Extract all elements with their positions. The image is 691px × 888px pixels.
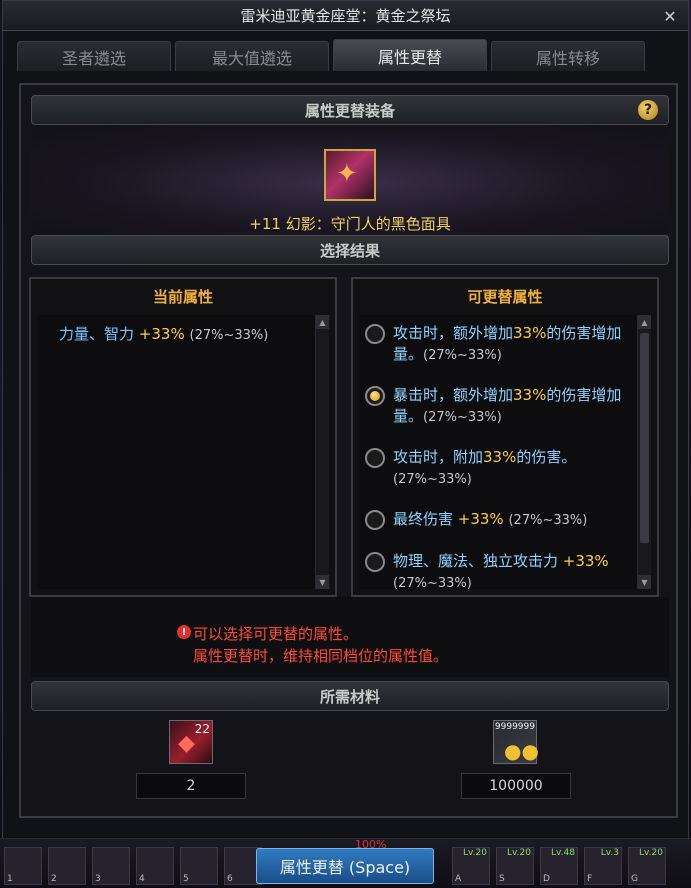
materials-area: ◆ 22 2 ●● 9999999 100000 — [31, 715, 669, 815]
current-attribute-title: 当前属性 — [152, 287, 213, 306]
radio-button[interactable] — [365, 552, 385, 572]
option-item[interactable]: 物理、魔法、独立攻击力 +33% (27%~33%) — [365, 551, 635, 594]
option-label: 攻击时，额外增加33%的伤害增加量。(27%~33%) — [393, 324, 622, 363]
skill-slot[interactable]: Lv.20 S — [496, 847, 534, 885]
equip-section-title: 属性更替装备 — [304, 101, 395, 120]
option-label: 物理、魔法、独立攻击力 +33% (27%~33%) — [393, 552, 609, 591]
result-section-title: 选择结果 — [319, 241, 380, 260]
scroll-down-icon[interactable]: ▼ — [316, 575, 329, 589]
scroll-up-icon[interactable]: ▲ — [638, 315, 651, 329]
hotkey-slot[interactable]: 2 — [48, 847, 86, 885]
material-badge: 9999999 — [494, 722, 535, 732]
radio-button-selected[interactable] — [365, 386, 385, 406]
materials-section-title: 所需材料 — [319, 687, 380, 706]
radio-button[interactable] — [365, 448, 385, 468]
equipment-name: +11 幻影：守门人的黑色面具 — [249, 215, 451, 233]
notice-line-2: 属性更替时，维持相同档位的属性值。 — [193, 647, 449, 665]
hotkey-slot[interactable]: 3 — [92, 847, 130, 885]
skill-slot[interactable]: Lv.3 F — [584, 847, 622, 885]
replaceable-attribute-list: 攻击时，额外增加33%的伤害增加量。(27%~33%) 暴击时，额外增加33%的… — [359, 315, 651, 591]
equipment-slot[interactable]: ✦ — [324, 149, 376, 201]
mask-icon: ✦ — [336, 159, 358, 189]
golden-altar-window: 雷米迪亚黄金座堂：黄金之祭坛 ✕ 圣者遴选 最大值遴选 属性更替 属性转移 属性… — [2, 0, 689, 845]
materials-section-header: 所需材料 — [31, 681, 669, 711]
skill-slot[interactable]: Lv.20 G — [628, 847, 666, 885]
hotkey-slot[interactable]: 1 — [4, 847, 42, 885]
radio-button[interactable] — [365, 510, 385, 530]
current-stat: 力量、智力 — [59, 325, 135, 343]
window-title: 雷米迪亚黄金座堂：黄金之祭坛 — [240, 7, 451, 25]
current-scrollbar[interactable]: ▲ ▼ — [315, 315, 329, 589]
current-attribute-box: 当前属性 力量、智力 +33% (27%~33%) ▲ ▼ — [29, 277, 337, 597]
hotkey-slot[interactable]: 4 — [136, 847, 174, 885]
equip-section-header: 属性更替装备 ? — [31, 95, 669, 125]
material-badge: 22 — [194, 722, 210, 736]
scroll-up-icon[interactable]: ▲ — [316, 315, 329, 329]
replaceable-attribute-box: 可更替属性 攻击时，额外增加33%的伤害增加量。(27%~33%) 暴击时，额外… — [351, 277, 659, 597]
option-item[interactable]: 攻击时，附加33%的伤害。(27%~33%) — [365, 447, 635, 490]
main-panel: 属性更替装备 ? ✦ +11 幻影：守门人的黑色面具 选择结果 当前属性 力量、… — [19, 83, 678, 818]
replaceable-attribute-title: 可更替属性 — [467, 287, 543, 306]
current-attribute-list: 力量、智力 +33% (27%~33%) ▲ ▼ — [37, 315, 329, 589]
option-item[interactable]: 攻击时，额外增加33%的伤害增加量。(27%~33%) — [365, 323, 635, 366]
scroll-down-icon[interactable]: ▼ — [638, 575, 651, 589]
attribute-replace-button[interactable]: 属性更替 (Space) — [256, 848, 434, 884]
tab-bar: 圣者遴选 最大值遴选 属性更替 属性转移 — [17, 39, 645, 71]
tab-attribute-transfer[interactable]: 属性转移 — [491, 41, 645, 71]
notice-area: ! 可以选择可更替的属性。 属性更替时，维持相同档位的属性值。 — [31, 597, 669, 677]
option-item[interactable]: 最终伤害 +33% (27%~33%) — [365, 509, 635, 531]
option-label: 最终伤害 +33% (27%~33%) — [393, 510, 588, 528]
gem-icon: ◆ — [178, 731, 195, 756]
option-label: 暴击时，额外增加33%的伤害增加量。(27%~33%) — [393, 386, 622, 425]
scroll-thumb[interactable] — [640, 333, 649, 543]
tab-max-selection[interactable]: 最大值遴选 — [175, 41, 329, 71]
notice-line-1: 可以选择可更替的属性。 — [193, 625, 359, 643]
material-slot[interactable]: ●● 9999999 — [493, 720, 539, 764]
material-count: 100000 — [461, 773, 571, 799]
option-label: 攻击时，附加33%的伤害。(27%~33%) — [393, 448, 577, 487]
skill-slot[interactable]: Lv.20 A — [452, 847, 490, 885]
current-value: +33% — [138, 325, 185, 343]
help-icon[interactable]: ? — [638, 100, 658, 120]
tab-saint-selection[interactable]: 圣者遴选 — [17, 41, 171, 71]
close-icon[interactable]: ✕ — [660, 6, 680, 26]
option-item[interactable]: 暴击时，额外增加33%的伤害增加量。(27%~33%) — [365, 385, 635, 428]
hotkey-slot[interactable]: 5 — [180, 847, 218, 885]
radio-button[interactable] — [365, 324, 385, 344]
material-count: 2 — [136, 773, 246, 799]
skill-slot[interactable]: Lv.48 D — [540, 847, 578, 885]
warning-icon: ! — [177, 625, 191, 639]
equipment-display: ✦ +11 幻影：守门人的黑色面具 — [31, 125, 669, 240]
result-section-header: 选择结果 — [31, 235, 669, 265]
current-attribute-line: 力量、智力 +33% (27%~33%) — [59, 323, 268, 344]
current-range: (27%~33%) — [189, 328, 269, 343]
options-scrollbar[interactable]: ▲ ▼ — [637, 315, 651, 589]
material-slot[interactable]: ◆ 22 — [169, 720, 213, 764]
title-bar[interactable]: 雷米迪亚黄金座堂：黄金之祭坛 ✕ — [3, 1, 688, 31]
gold-coin-icon: ●● — [504, 739, 539, 763]
tab-attribute-replace[interactable]: 属性更替 — [333, 39, 487, 71]
